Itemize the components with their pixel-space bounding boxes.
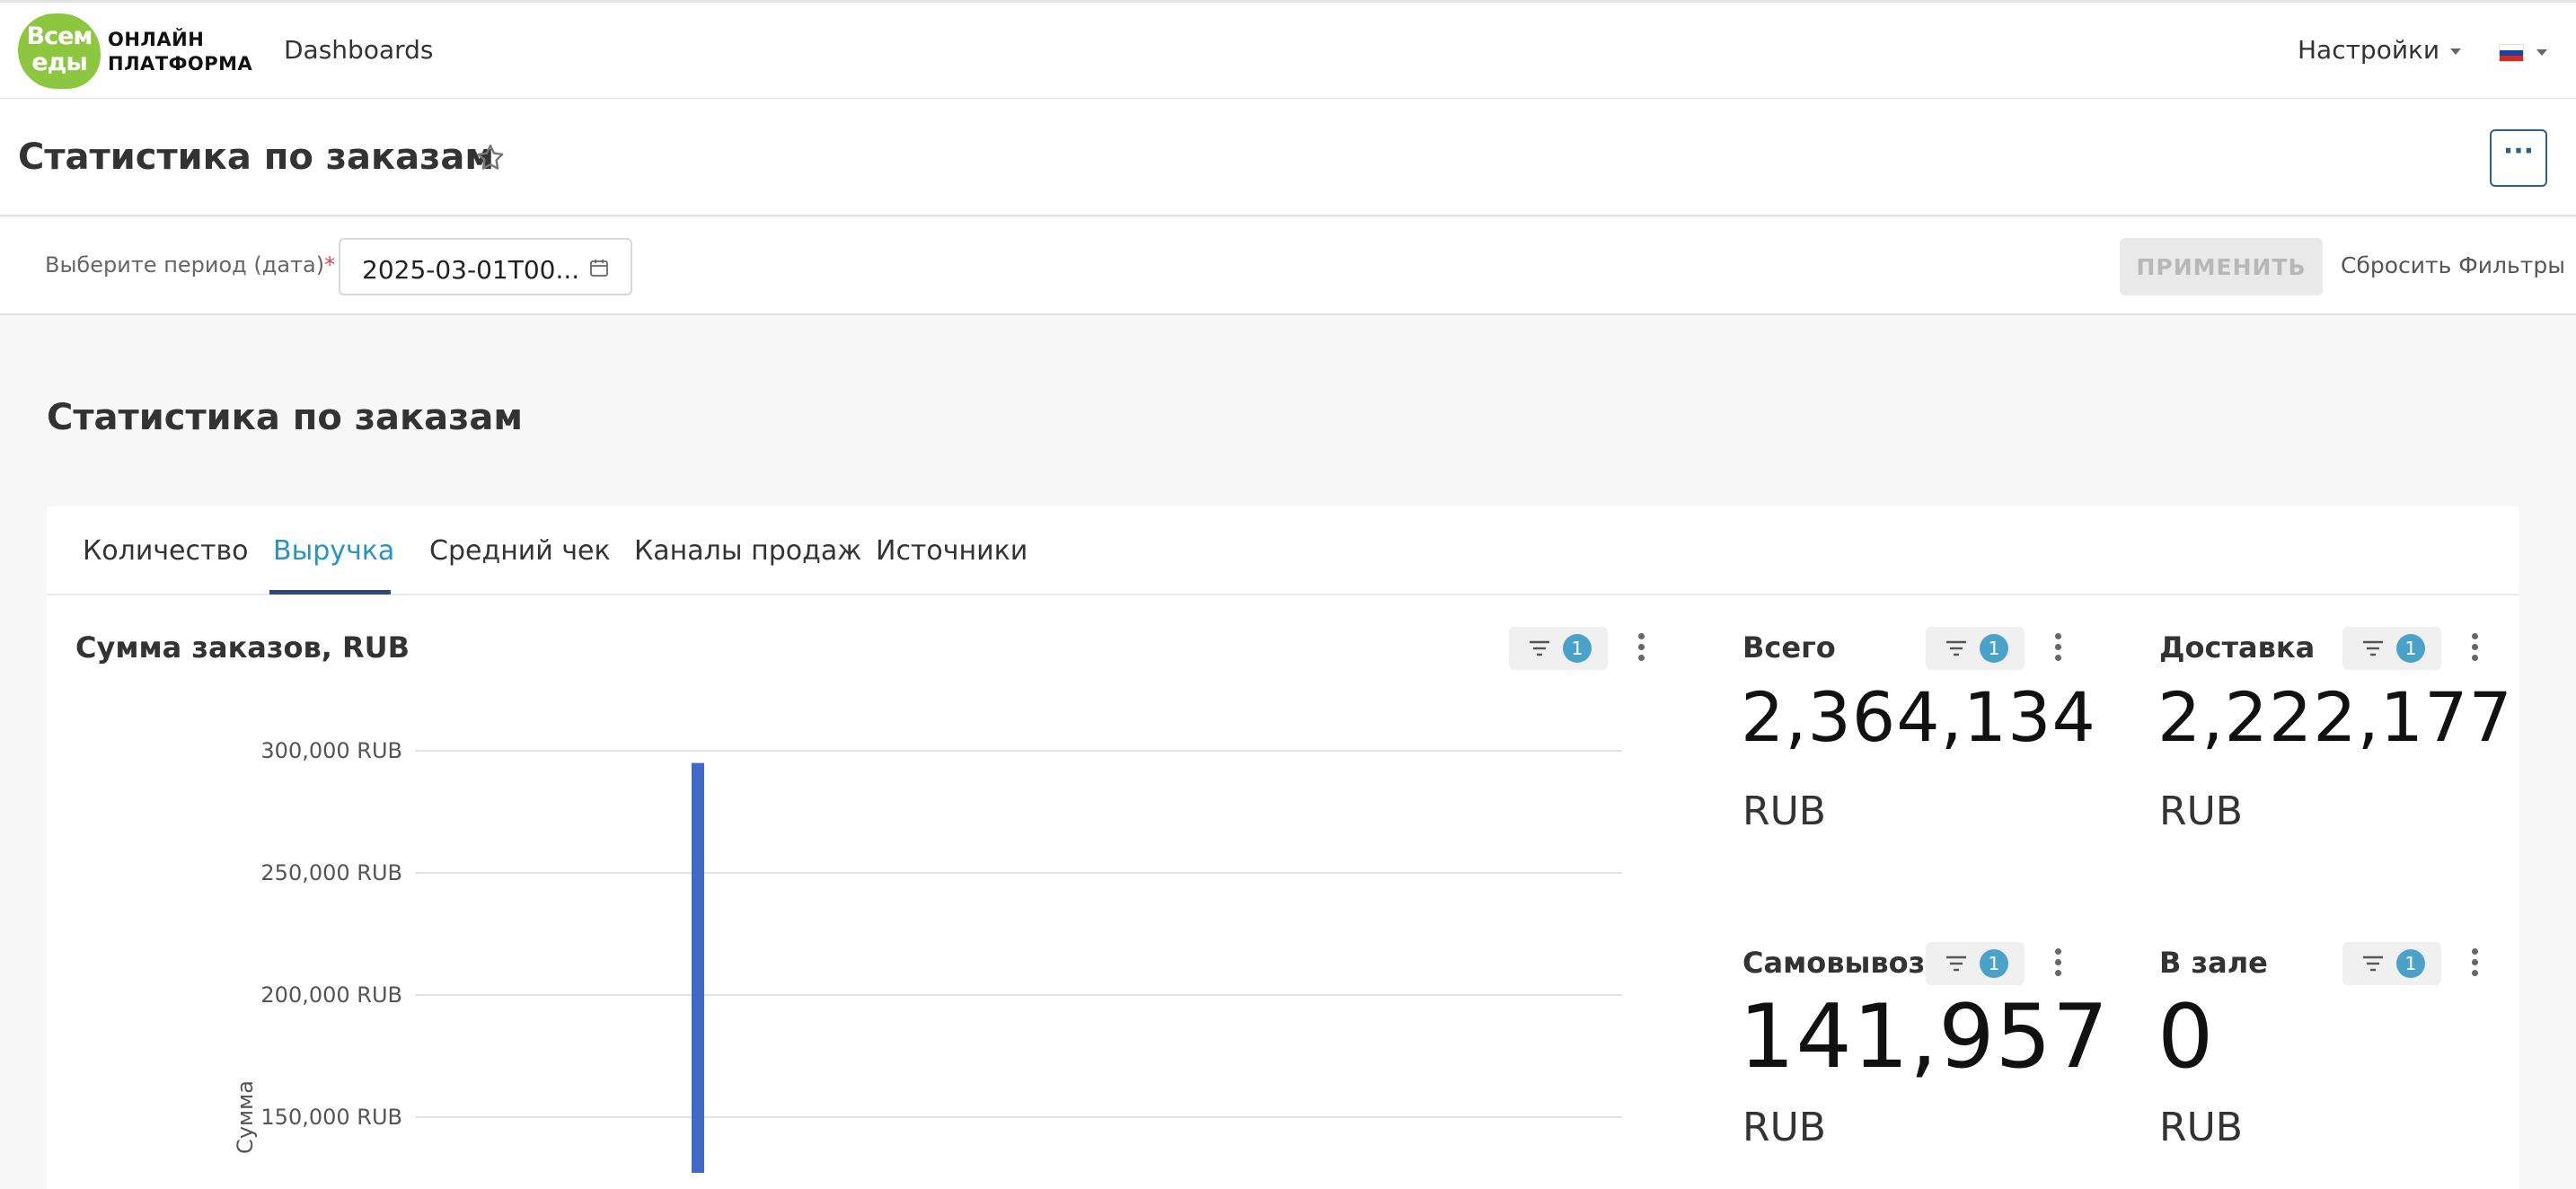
kpi-total-title: Всего — [1742, 630, 1836, 665]
filter-icon — [2363, 956, 2383, 972]
kpi-total-filter-chip[interactable]: 1 — [1926, 627, 2025, 670]
kpi-hall-unit: RUB — [2159, 1105, 2243, 1150]
kpi-delivery-filter-chip[interactable]: 1 — [2342, 627, 2441, 670]
kpi-pickup-more-icon[interactable] — [2051, 946, 2065, 982]
filter-count-badge: 1 — [2396, 634, 2425, 663]
kpi-hall-value: 0 — [2157, 986, 2215, 1088]
kpi-pickup-filter-chip[interactable]: 1 — [1926, 942, 2025, 985]
kpi-delivery-more-icon[interactable] — [2467, 630, 2482, 666]
kpi-total-unit: RUB — [1742, 788, 1826, 834]
chart-bar[interactable] — [692, 762, 704, 1173]
filter-icon — [1946, 640, 1966, 656]
kpi-delivery-unit: RUB — [2159, 788, 2243, 834]
kpi-pickup-value: 141,957 — [1739, 986, 2110, 1088]
kpi-delivery-title: Доставка — [2159, 630, 2316, 665]
filter-icon — [1946, 956, 1966, 972]
kpi-total-more-icon[interactable] — [2051, 630, 2065, 666]
filter-count-badge: 1 — [1980, 949, 2008, 978]
filter-icon — [2363, 640, 2383, 656]
filter-count-badge: 1 — [1980, 634, 2008, 663]
kpi-hall-filter-chip[interactable]: 1 — [2342, 942, 2441, 985]
kpi-total-value: 2,364,134 — [1741, 677, 2096, 757]
y-tick-label: 250,000 RUB — [260, 860, 402, 885]
kpi-delivery-value: 2,222,177 — [2157, 677, 2513, 757]
y-tick-label: 300,000 RUB — [260, 738, 402, 763]
y-tick-label: 150,000 RUB — [260, 1105, 402, 1130]
y-axis-label: Сумма — [233, 1080, 258, 1154]
kpi-hall-title: В зале — [2159, 946, 2268, 980]
filter-count-badge: 1 — [2396, 949, 2425, 978]
y-tick-label: 200,000 RUB — [260, 982, 402, 1008]
kpi-hall-more-icon[interactable] — [2467, 946, 2482, 982]
kpi-pickup-title: Самовывоз — [1742, 946, 1926, 980]
kpi-pickup-unit: RUB — [1742, 1105, 1826, 1150]
